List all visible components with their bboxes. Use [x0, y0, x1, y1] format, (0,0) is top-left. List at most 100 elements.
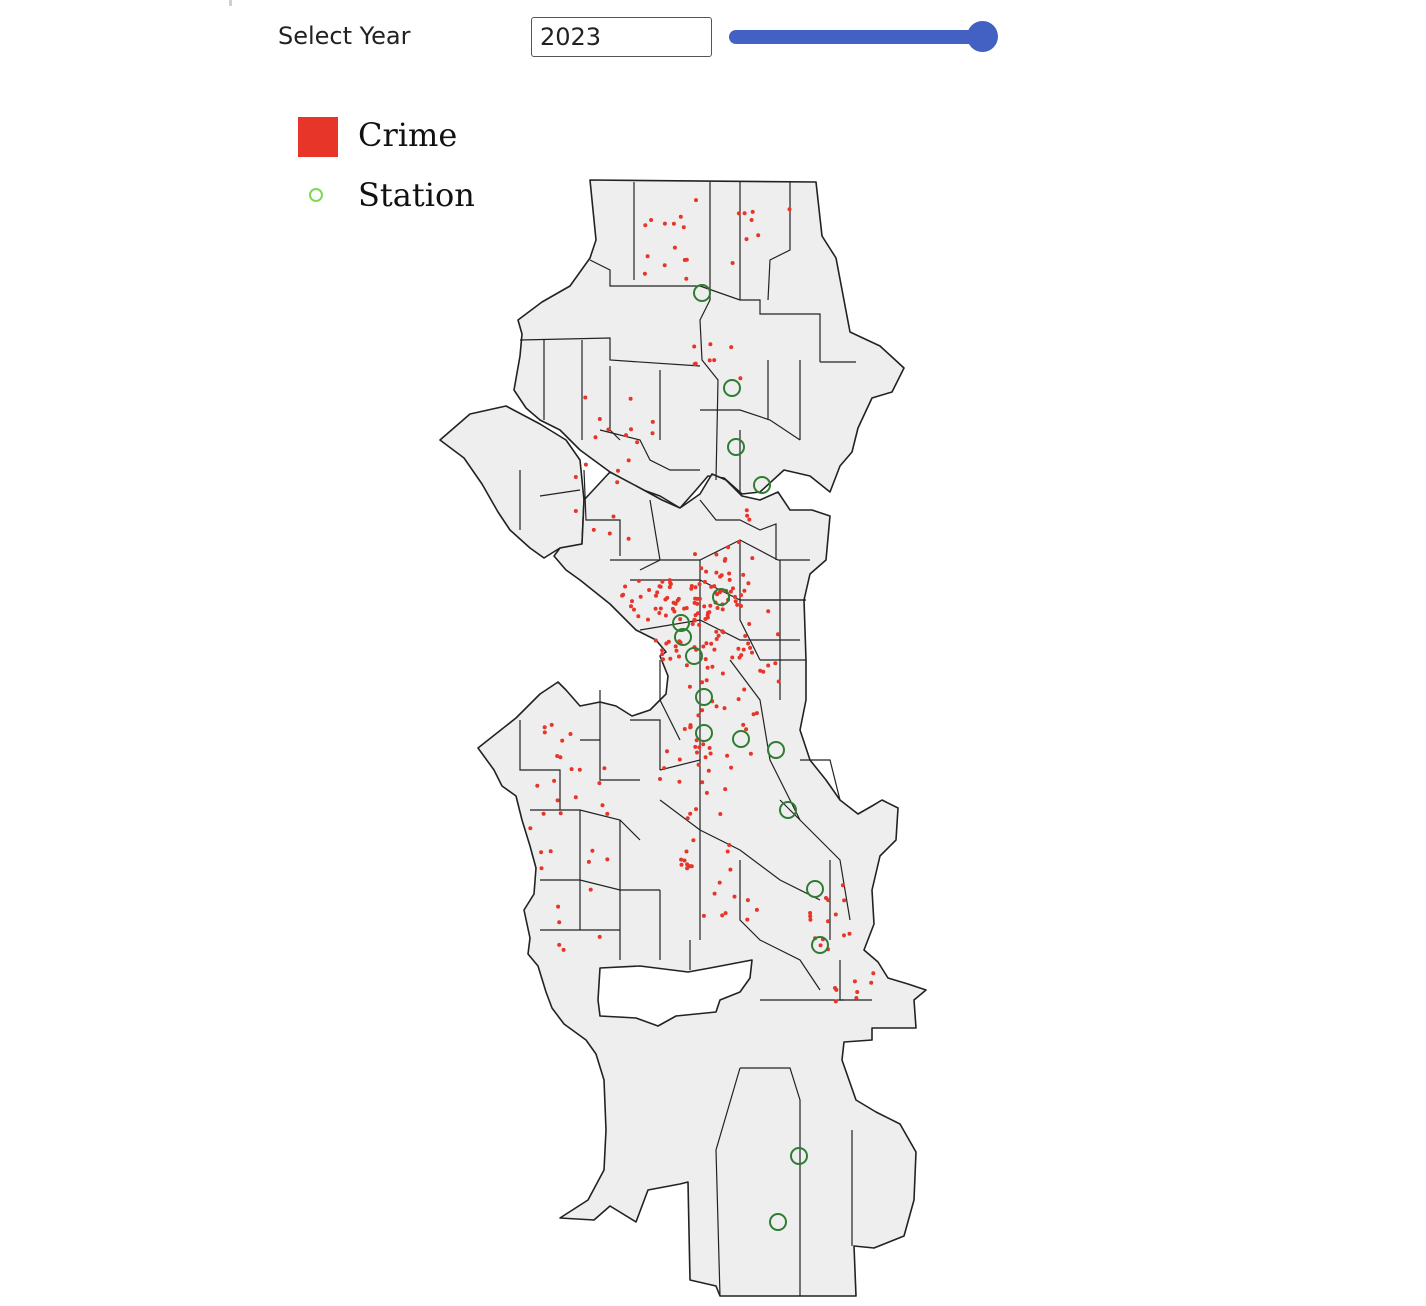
crime-point [787, 207, 792, 212]
crime-point [655, 590, 660, 595]
crime-point [691, 838, 696, 843]
crime-point [678, 214, 683, 219]
crime-point [679, 857, 684, 862]
crime-point [672, 245, 677, 250]
crime-point [747, 622, 752, 626]
crime-point [660, 579, 665, 584]
crime-point [593, 435, 598, 440]
crime-point [668, 656, 673, 661]
crime-point [742, 687, 747, 692]
crime-point [739, 653, 744, 658]
crime-point [735, 602, 740, 607]
crime-point [833, 912, 838, 917]
crime-point [658, 606, 663, 611]
crime-point [684, 276, 689, 281]
crime-point [705, 665, 710, 670]
crime-point [681, 225, 686, 230]
crime-point [833, 999, 838, 1004]
crime-point [597, 934, 602, 939]
crime-point [736, 211, 741, 216]
crime-point [684, 849, 689, 854]
crime-point [684, 257, 689, 262]
crime-point [840, 883, 845, 888]
crime-point [684, 663, 689, 668]
crime-point [660, 652, 665, 657]
crime-point [714, 704, 719, 709]
crime-point [541, 811, 546, 816]
crime-point [650, 419, 655, 424]
crime-point [647, 588, 652, 592]
crime-point [690, 622, 695, 626]
crime-point [611, 514, 616, 519]
crime-point [720, 913, 725, 918]
crime-point [736, 646, 741, 651]
crime-point [606, 427, 611, 432]
crime-point [871, 971, 876, 976]
crime-point [677, 779, 682, 784]
crime-point [869, 980, 874, 985]
crime-point [720, 671, 725, 676]
crime-point [586, 859, 591, 864]
crime-point [750, 556, 755, 561]
crime-point [658, 584, 663, 589]
crime-point [620, 593, 625, 598]
crime-point [654, 593, 658, 598]
crime-point [569, 767, 574, 772]
crime-point [665, 749, 669, 754]
crime-point [842, 898, 847, 903]
crime-point [588, 887, 593, 892]
crime-point [671, 221, 676, 226]
crime-point [694, 198, 698, 203]
crime-point [854, 996, 859, 1000]
crime-point [727, 577, 732, 582]
crime-point [714, 570, 719, 575]
crime-point [653, 606, 658, 611]
crime-point [744, 727, 749, 732]
crime-point [754, 907, 759, 912]
crime-point [629, 604, 633, 609]
crime-point [722, 706, 727, 711]
crime-point [671, 600, 676, 605]
crime-point [761, 669, 766, 674]
crime-point [745, 898, 750, 903]
crime-point [708, 603, 713, 608]
crime-point [670, 606, 675, 611]
crime-point [557, 920, 562, 925]
crime-point [834, 987, 839, 992]
crime-point [568, 732, 573, 736]
crime-point [528, 826, 533, 831]
crime-point [597, 781, 602, 786]
crime-point [561, 947, 566, 952]
crime-point [773, 661, 778, 666]
crime-point [662, 263, 667, 268]
crime-point [662, 221, 667, 226]
crime-point [605, 811, 610, 816]
crime-point [555, 798, 560, 803]
crime-point [709, 641, 714, 646]
crime-point [732, 894, 737, 899]
crime-point [826, 919, 830, 924]
crime-point [742, 211, 747, 216]
crime-point [723, 787, 728, 792]
crime-point [583, 462, 588, 467]
crime-point [558, 811, 563, 816]
crime-point [748, 645, 753, 650]
crime-point [746, 641, 751, 646]
crime-point [730, 655, 735, 660]
crime-point [607, 531, 612, 536]
crime-point [842, 933, 846, 938]
crime-point [741, 722, 746, 727]
crime-point [657, 611, 662, 615]
crime-point [710, 664, 715, 669]
crime-point [663, 613, 668, 618]
crime-point [687, 684, 692, 689]
crime-point [729, 765, 734, 770]
crime-point [741, 572, 746, 577]
crime-point [642, 271, 647, 276]
crime-point [715, 606, 720, 610]
crime-point [723, 557, 728, 561]
crime-point [706, 768, 711, 773]
crime-point [591, 527, 596, 532]
crime-point [649, 218, 654, 222]
crime-point [700, 708, 705, 713]
